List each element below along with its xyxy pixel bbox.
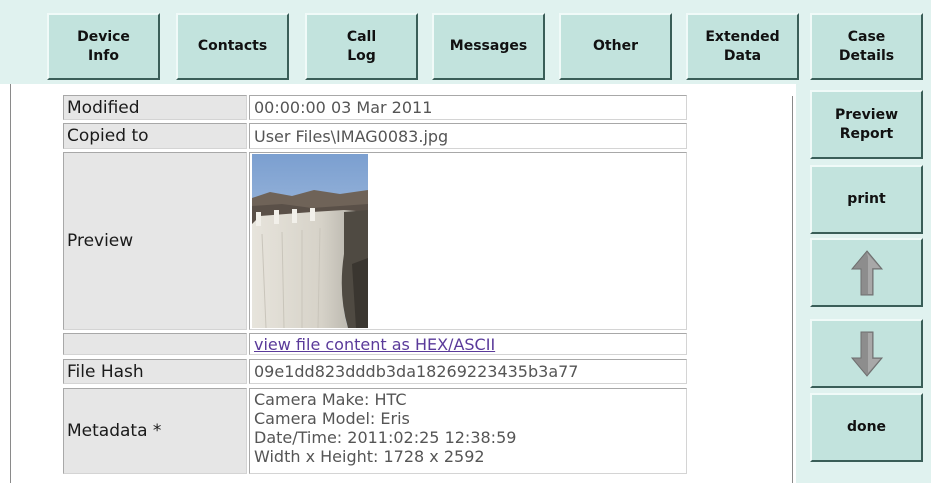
copied-to-label: Copied to <box>63 123 247 149</box>
preview-photo[interactable] <box>252 154 368 328</box>
copied-to-value: User Files\IMAG0083.jpg <box>249 123 687 149</box>
view-hex-ascii-link[interactable]: view file content as HEX/ASCII <box>254 335 495 354</box>
hex-link-cell: view file content as HEX/ASCII <box>249 333 687 355</box>
tab-extended-data[interactable]: Extended Data <box>686 13 799 80</box>
file-details-panel: Modified 00:00:00 03 Mar 2011 Copied to … <box>0 84 796 483</box>
tab-device-info[interactable]: Device Info <box>47 13 160 80</box>
metadata-label: Metadata * <box>63 388 247 474</box>
done-button[interactable]: done <box>810 393 923 462</box>
action-sidebar: Preview Report print done <box>796 84 931 483</box>
scroll-down-button[interactable] <box>810 319 923 388</box>
content-left-border <box>10 84 11 483</box>
metadata-line: Date/Time: 2011:02:25 12:38:59 <box>254 428 517 447</box>
preview-report-button[interactable]: Preview Report <box>810 90 923 159</box>
content-scroll-divider <box>792 96 793 483</box>
print-button[interactable]: print <box>810 165 923 234</box>
metadata-line: Width x Height: 1728 x 2592 <box>254 447 485 466</box>
arrow-down-icon <box>850 331 883 377</box>
tab-case-details[interactable]: Case Details <box>810 13 923 80</box>
tab-contacts[interactable]: Contacts <box>176 13 289 80</box>
tab-bar: Device Info Contacts Call Log Messages O… <box>0 0 931 84</box>
arrow-up-icon <box>850 249 883 295</box>
metadata-value: Camera Make: HTC Camera Model: Eris Date… <box>249 388 687 474</box>
tab-call-log[interactable]: Call Log <box>305 13 418 80</box>
metadata-line: Camera Model: Eris <box>254 409 410 428</box>
tab-other[interactable]: Other <box>559 13 672 80</box>
preview-image-cell <box>249 152 687 330</box>
file-hash-value: 09e1dd823dddb3da18269223435b3a77 <box>249 359 687 384</box>
metadata-line: Camera Make: HTC <box>254 390 407 409</box>
preview-label: Preview <box>63 152 247 330</box>
scroll-up-button[interactable] <box>810 238 923 307</box>
modified-value: 00:00:00 03 Mar 2011 <box>249 95 687 120</box>
modified-label: Modified <box>63 95 247 120</box>
hex-link-label-cell <box>63 333 247 355</box>
file-hash-label: File Hash <box>63 359 247 384</box>
tab-messages[interactable]: Messages <box>432 13 545 80</box>
